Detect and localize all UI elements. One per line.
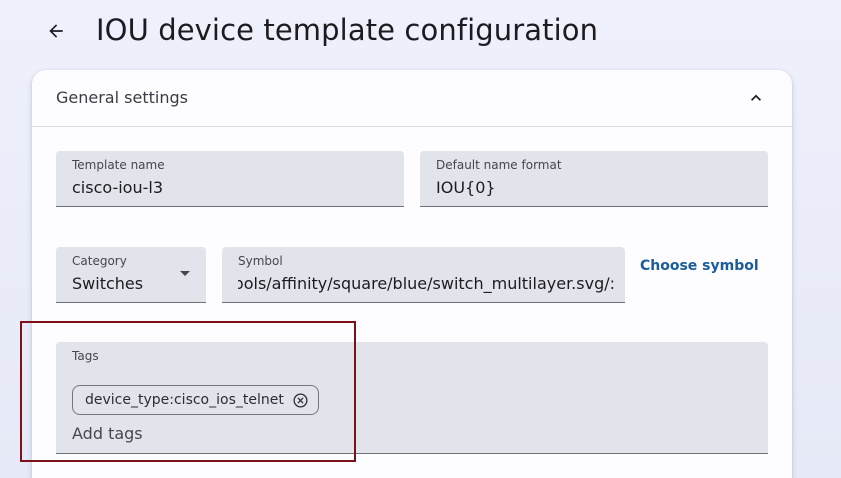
back-button[interactable] <box>36 11 76 51</box>
cancel-circle-icon[interactable] <box>292 391 310 409</box>
symbol-input[interactable] <box>238 274 615 294</box>
default-name-format-field[interactable]: Default name format <box>420 151 768 207</box>
template-name-label: Template name <box>72 158 165 172</box>
arrow-left-icon <box>49 24 63 38</box>
choose-symbol-button[interactable]: Choose symbol <box>640 256 759 276</box>
general-settings-panel-header[interactable]: General settings <box>32 70 792 127</box>
add-tags-input[interactable] <box>72 424 372 444</box>
tag-chip-label: device_type:cisco_ios_telnet <box>85 392 284 408</box>
page-title: IOU device template configuration <box>96 13 599 47</box>
category-value: Switches <box>72 274 144 293</box>
page: IOU device template configuration Genera… <box>0 0 841 478</box>
template-name-input[interactable] <box>72 178 394 198</box>
default-name-format-input[interactable] <box>436 178 758 198</box>
tag-chip[interactable]: device_type:cisco_ios_telnet <box>72 385 319 415</box>
category-select[interactable]: Category Switches <box>56 247 206 303</box>
symbol-label: Symbol <box>238 254 283 268</box>
default-name-format-label: Default name format <box>436 158 562 172</box>
category-label: Category <box>72 254 127 268</box>
tags-field[interactable]: Tags device_type:cisco_ios_telnet <box>56 342 768 454</box>
settings-card: General settings Template name Default n… <box>32 70 792 478</box>
panel-title: General settings <box>56 88 188 107</box>
chevron-up-icon[interactable] <box>746 88 766 108</box>
template-name-field[interactable]: Template name <box>56 151 404 207</box>
symbol-field[interactable]: Symbol <box>222 247 625 303</box>
tags-label: Tags <box>72 349 99 363</box>
dropdown-arrow-icon <box>180 271 190 276</box>
